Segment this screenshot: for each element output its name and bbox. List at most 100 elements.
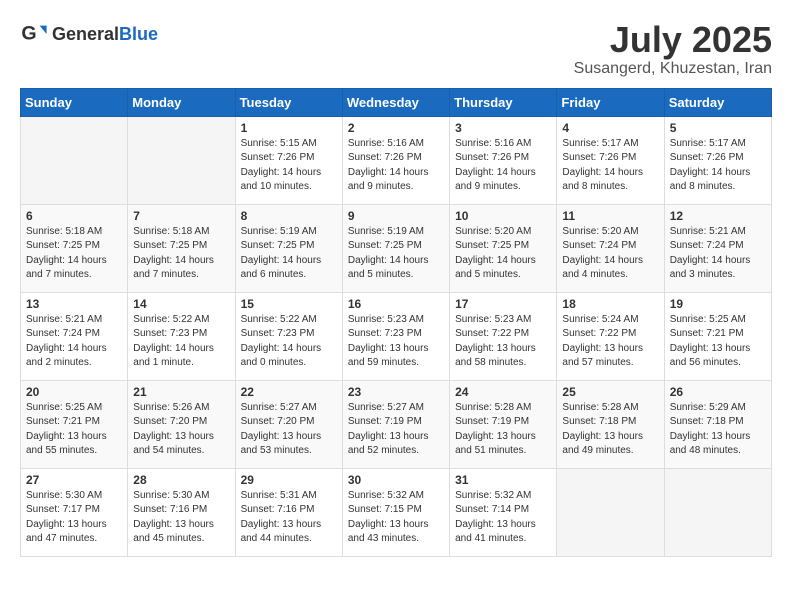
calendar-cell: 6 Sunrise: 5:18 AM Sunset: 7:25 PM Daylig…	[21, 204, 128, 292]
day-number: 11	[562, 209, 658, 223]
day-info: Sunrise: 5:25 AM Sunset: 7:21 PM Dayligh…	[670, 313, 766, 371]
day-number: 5	[670, 121, 766, 135]
day-number: 14	[133, 297, 229, 311]
day-info: Sunrise: 5:24 AM Sunset: 7:22 PM Dayligh…	[562, 313, 658, 371]
day-number: 10	[455, 209, 551, 223]
day-info: Sunrise: 5:22 AM Sunset: 7:23 PM Dayligh…	[241, 313, 337, 371]
day-number: 25	[562, 385, 658, 399]
day-info: Sunrise: 5:15 AM Sunset: 7:26 PM Dayligh…	[241, 137, 337, 195]
calendar-cell: 16Sunrise: 5:23 AM Sunset: 7:23 PM Dayli…	[342, 292, 449, 380]
day-number: 22	[241, 385, 337, 399]
weekday-header-monday: Monday	[128, 88, 235, 116]
day-info: Sunrise: 5:22 AM Sunset: 7:23 PM Dayligh…	[133, 313, 229, 371]
day-info: Sunrise: 5:32 AM Sunset: 7:15 PM Dayligh…	[348, 489, 444, 547]
day-number: 8	[241, 209, 337, 223]
day-info: Sunrise: 5:20 AM Sunset: 7:24 PM Dayligh…	[562, 225, 658, 283]
day-number: 19	[670, 297, 766, 311]
day-number: 21	[133, 385, 229, 399]
calendar-cell: 1 Sunrise: 5:15 AM Sunset: 7:26 PM Daylig…	[235, 116, 342, 204]
calendar-cell: 9Sunrise: 5:19 AM Sunset: 7:25 PM Daylig…	[342, 204, 449, 292]
day-number: 4	[562, 121, 658, 135]
weekday-header-thursday: Thursday	[450, 88, 557, 116]
day-number: 17	[455, 297, 551, 311]
calendar-cell: 14 Sunrise: 5:22 AM Sunset: 7:23 PM Dayli…	[128, 292, 235, 380]
calendar-cell: 3Sunrise: 5:16 AM Sunset: 7:26 PM Daylig…	[450, 116, 557, 204]
week-row-1: 1 Sunrise: 5:15 AM Sunset: 7:26 PM Daylig…	[21, 116, 772, 204]
day-info: Sunrise: 5:28 AM Sunset: 7:19 PM Dayligh…	[455, 401, 551, 459]
day-number: 7	[133, 209, 229, 223]
calendar-cell	[21, 116, 128, 204]
month-title: July 2025	[574, 20, 772, 60]
day-info: Sunrise: 5:30 AM Sunset: 7:17 PM Dayligh…	[26, 489, 122, 547]
day-info: Sunrise: 5:18 AM Sunset: 7:25 PM Dayligh…	[133, 225, 229, 283]
day-info: Sunrise: 5:23 AM Sunset: 7:22 PM Dayligh…	[455, 313, 551, 371]
day-info: Sunrise: 5:19 AM Sunset: 7:25 PM Dayligh…	[241, 225, 337, 283]
day-info: Sunrise: 5:25 AM Sunset: 7:21 PM Dayligh…	[26, 401, 122, 459]
day-info: Sunrise: 5:32 AM Sunset: 7:14 PM Dayligh…	[455, 489, 551, 547]
day-number: 2	[348, 121, 444, 135]
calendar-cell: 17 Sunrise: 5:23 AM Sunset: 7:22 PM Dayli…	[450, 292, 557, 380]
day-number: 28	[133, 473, 229, 487]
calendar-cell: 27 Sunrise: 5:30 AM Sunset: 7:17 PM Dayli…	[21, 468, 128, 556]
day-number: 31	[455, 473, 551, 487]
location-title: Susangerd, Khuzestan, Iran	[574, 60, 772, 78]
calendar-cell: 8 Sunrise: 5:19 AM Sunset: 7:25 PM Daylig…	[235, 204, 342, 292]
calendar-table: SundayMondayTuesdayWednesdayThursdayFrid…	[20, 88, 772, 557]
calendar-cell: 29 Sunrise: 5:31 AM Sunset: 7:16 PM Dayli…	[235, 468, 342, 556]
day-number: 13	[26, 297, 122, 311]
day-info: Sunrise: 5:26 AM Sunset: 7:20 PM Dayligh…	[133, 401, 229, 459]
week-row-3: 13 Sunrise: 5:21 AM Sunset: 7:24 PM Dayli…	[21, 292, 772, 380]
day-number: 1	[241, 121, 337, 135]
calendar-cell: 23 Sunrise: 5:27 AM Sunset: 7:19 PM Dayli…	[342, 380, 449, 468]
day-info: Sunrise: 5:29 AM Sunset: 7:18 PM Dayligh…	[670, 401, 766, 459]
calendar-cell: 4 Sunrise: 5:17 AM Sunset: 7:26 PM Daylig…	[557, 116, 664, 204]
day-number: 27	[26, 473, 122, 487]
weekday-header-friday: Friday	[557, 88, 664, 116]
logo-icon: G	[20, 20, 48, 48]
page-header: G GeneralBlue July 2025 Susangerd, Khuze…	[20, 20, 772, 78]
day-info: Sunrise: 5:17 AM Sunset: 7:26 PM Dayligh…	[562, 137, 658, 195]
calendar-cell: 5 Sunrise: 5:17 AM Sunset: 7:26 PM Daylig…	[664, 116, 771, 204]
calendar-cell: 15 Sunrise: 5:22 AM Sunset: 7:23 PM Dayli…	[235, 292, 342, 380]
day-number: 23	[348, 385, 444, 399]
day-info: Sunrise: 5:27 AM Sunset: 7:19 PM Dayligh…	[348, 401, 444, 459]
day-info: Sunrise: 5:16 AM Sunset: 7:26 PM Dayligh…	[348, 137, 444, 195]
calendar-cell	[664, 468, 771, 556]
day-number: 15	[241, 297, 337, 311]
logo: G GeneralBlue	[20, 20, 158, 48]
day-info: Sunrise: 5:31 AM Sunset: 7:16 PM Dayligh…	[241, 489, 337, 547]
weekday-header-tuesday: Tuesday	[235, 88, 342, 116]
day-number: 29	[241, 473, 337, 487]
day-number: 6	[26, 209, 122, 223]
calendar-cell: 26 Sunrise: 5:29 AM Sunset: 7:18 PM Dayli…	[664, 380, 771, 468]
day-info: Sunrise: 5:18 AM Sunset: 7:25 PM Dayligh…	[26, 225, 122, 283]
day-info: Sunrise: 5:21 AM Sunset: 7:24 PM Dayligh…	[26, 313, 122, 371]
calendar-cell: 7 Sunrise: 5:18 AM Sunset: 7:25 PM Daylig…	[128, 204, 235, 292]
day-info: Sunrise: 5:17 AM Sunset: 7:26 PM Dayligh…	[670, 137, 766, 195]
weekday-header-saturday: Saturday	[664, 88, 771, 116]
day-number: 26	[670, 385, 766, 399]
day-info: Sunrise: 5:28 AM Sunset: 7:18 PM Dayligh…	[562, 401, 658, 459]
day-number: 18	[562, 297, 658, 311]
day-number: 24	[455, 385, 551, 399]
calendar-cell: 18 Sunrise: 5:24 AM Sunset: 7:22 PM Dayli…	[557, 292, 664, 380]
calendar-cell: 28 Sunrise: 5:30 AM Sunset: 7:16 PM Dayli…	[128, 468, 235, 556]
calendar-cell: 30Sunrise: 5:32 AM Sunset: 7:15 PM Dayli…	[342, 468, 449, 556]
day-info: Sunrise: 5:30 AM Sunset: 7:16 PM Dayligh…	[133, 489, 229, 547]
calendar-cell: 31 Sunrise: 5:32 AM Sunset: 7:14 PM Dayli…	[450, 468, 557, 556]
calendar-cell: 25 Sunrise: 5:28 AM Sunset: 7:18 PM Dayli…	[557, 380, 664, 468]
week-row-5: 27 Sunrise: 5:30 AM Sunset: 7:17 PM Dayli…	[21, 468, 772, 556]
calendar-cell: 12Sunrise: 5:21 AM Sunset: 7:24 PM Dayli…	[664, 204, 771, 292]
title-area: July 2025 Susangerd, Khuzestan, Iran	[574, 20, 772, 78]
day-info: Sunrise: 5:27 AM Sunset: 7:20 PM Dayligh…	[241, 401, 337, 459]
calendar-cell: 20Sunrise: 5:25 AM Sunset: 7:21 PM Dayli…	[21, 380, 128, 468]
day-number: 9	[348, 209, 444, 223]
weekday-header-sunday: Sunday	[21, 88, 128, 116]
calendar-cell: 2 Sunrise: 5:16 AM Sunset: 7:26 PM Daylig…	[342, 116, 449, 204]
day-number: 3	[455, 121, 551, 135]
day-info: Sunrise: 5:23 AM Sunset: 7:23 PM Dayligh…	[348, 313, 444, 371]
day-info: Sunrise: 5:20 AM Sunset: 7:25 PM Dayligh…	[455, 225, 551, 283]
weekday-header-row: SundayMondayTuesdayWednesdayThursdayFrid…	[21, 88, 772, 116]
calendar-cell: 10 Sunrise: 5:20 AM Sunset: 7:25 PM Dayli…	[450, 204, 557, 292]
weekday-header-wednesday: Wednesday	[342, 88, 449, 116]
